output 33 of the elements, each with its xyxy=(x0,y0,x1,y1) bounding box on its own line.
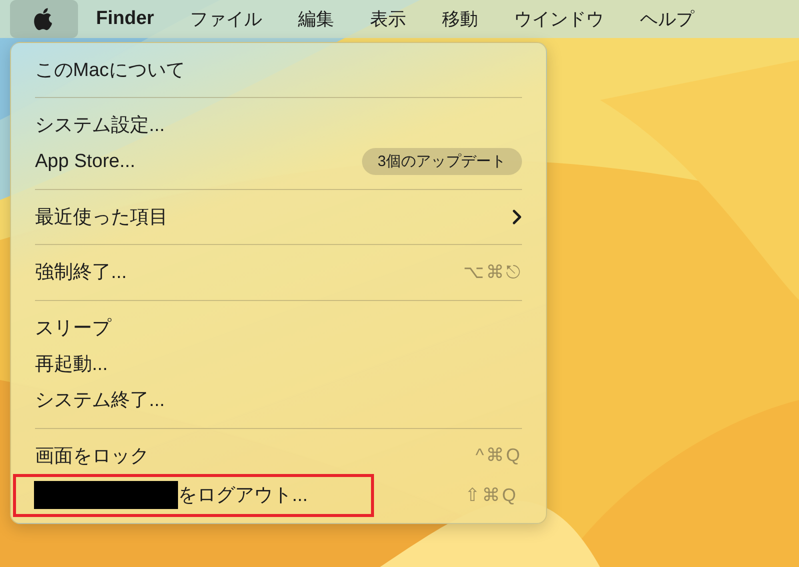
menu-item[interactable]: 最近使った項目 xyxy=(18,198,539,236)
apple-icon xyxy=(34,7,54,31)
menu-item-label: システム終了... xyxy=(35,389,165,414)
menu-item-label: 再起動... xyxy=(35,353,108,378)
menu-item-label: をログアウト... xyxy=(178,484,308,508)
menu-item[interactable]: 強制終了... ⌥⌘⎋ xyxy=(18,254,539,291)
menu-item[interactable]: App Store... 3個のアップデート xyxy=(18,144,539,180)
menu-item-label: このMacについて xyxy=(35,59,185,84)
update-badge: 3個のアップデート xyxy=(362,148,522,176)
menu-item[interactable]: 画面をロック ^⌘Q xyxy=(18,438,539,474)
chevron-right-icon xyxy=(512,209,522,226)
menu-item[interactable]: システム設定... xyxy=(18,107,539,144)
menu-item[interactable]: このMacについて xyxy=(18,52,539,88)
menu-item[interactable]: スリープ xyxy=(18,310,539,346)
menu-item-label: 画面をロック xyxy=(35,444,149,469)
menubar-item[interactable]: Finder xyxy=(78,0,172,38)
menu-item[interactable]: 再起動... xyxy=(18,346,539,382)
menu-item-label: 強制終了... xyxy=(35,261,127,286)
menubar-item[interactable]: 表示 xyxy=(352,0,424,38)
menubar-item[interactable]: ファイル xyxy=(172,0,280,38)
menubar-item[interactable]: ヘルプ xyxy=(622,0,712,38)
menubar-item[interactable]: ウインドウ xyxy=(496,0,622,38)
menubar-item[interactable]: 移動 xyxy=(424,0,496,38)
apple-menu-button[interactable] xyxy=(10,0,78,38)
shortcut-label: ⌥⌘⎋ xyxy=(463,262,522,283)
menu-item-label: 最近使った項目 xyxy=(35,206,168,230)
menu-item-label: システム設定... xyxy=(35,114,165,138)
menubar-item[interactable]: 編集 xyxy=(280,0,352,38)
menu-item-label: App Store... xyxy=(35,150,136,173)
shortcut-label: ^⌘Q xyxy=(476,445,522,466)
menu-item-label: スリープ xyxy=(35,316,111,341)
menu-item[interactable]: システム終了... xyxy=(18,382,539,419)
shortcut-label: ⇧⌘Q xyxy=(464,484,518,506)
